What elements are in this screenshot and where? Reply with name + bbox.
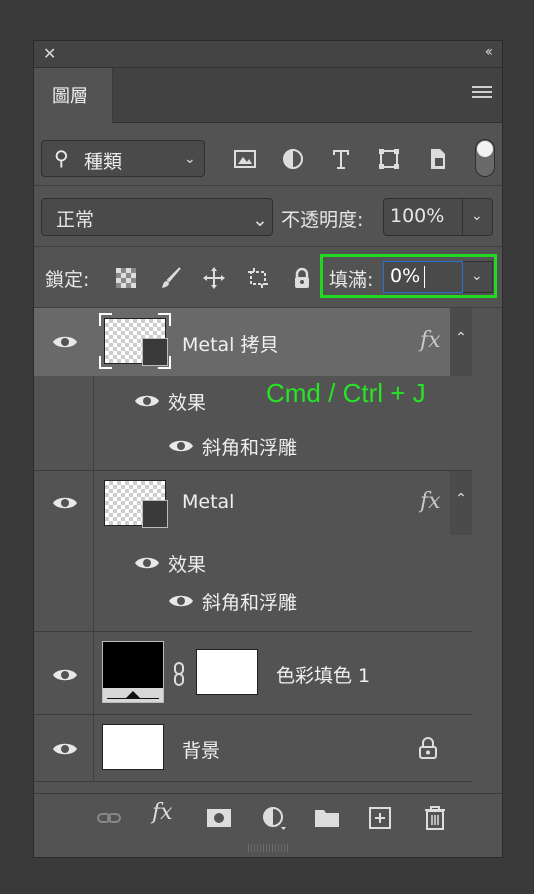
brush-icon[interactable] <box>159 266 183 290</box>
smart-object-filter-icon[interactable] <box>425 147 449 171</box>
resize-grip[interactable] <box>248 844 288 852</box>
eye-icon[interactable] <box>52 741 78 757</box>
new-adjustment-icon[interactable] <box>261 805 287 831</box>
chevron-down-icon: ⌄ <box>471 208 483 224</box>
effect-row: 斜角和浮雕 <box>94 424 472 470</box>
link-icon[interactable] <box>172 662 186 686</box>
fill-input[interactable]: 0% <box>383 261 463 293</box>
effects-label: 效果 <box>168 392 207 414</box>
lock-all-icon[interactable] <box>290 266 314 290</box>
panel-menu-icon[interactable] <box>472 86 492 101</box>
effect-name: 斜角和浮雕 <box>202 437 298 459</box>
fx-icon[interactable]: fx <box>420 489 441 514</box>
fx-icon[interactable]: fx <box>420 328 441 353</box>
opacity-input[interactable]: 100% <box>383 198 463 236</box>
eye-icon[interactable] <box>168 593 194 609</box>
layer-row[interactable]: 背景 <box>34 715 472 781</box>
chevron-up-icon: ⌃ <box>455 330 467 346</box>
search-icon: ⚲ <box>54 146 69 170</box>
move-icon[interactable] <box>202 266 226 290</box>
eye-icon[interactable] <box>52 495 78 511</box>
eye-icon[interactable] <box>134 555 160 571</box>
tab-layers[interactable]: 圖層 <box>34 68 113 123</box>
layers-footer: fx <box>34 793 502 842</box>
text-caret <box>424 266 425 288</box>
delete-layer-icon[interactable] <box>422 805 448 831</box>
layer-row[interactable]: 色彩填色 1 <box>34 632 472 714</box>
collapse-icon[interactable]: ‹‹ <box>485 44 493 60</box>
chevron-down-icon: ⌄ <box>471 268 483 284</box>
pixel-filter-icon[interactable] <box>233 147 257 171</box>
layer-row[interactable]: Metal fx ⌃ <box>34 471 472 539</box>
layers-panel: ✕ ‹‹ 圖層 ⚲ 種類 ⌄ 正常 ⌄ 不透明度: 100% ⌄ 鎖定: 填滿:… <box>33 40 503 858</box>
eye-icon[interactable] <box>52 334 78 350</box>
artboard-icon[interactable] <box>246 266 270 290</box>
layer-name: 色彩填色 1 <box>276 665 371 687</box>
tab-bar: 圖層 <box>34 68 502 123</box>
blend-mode-value: 正常 <box>56 209 95 231</box>
layer-name: Metal 拷貝 <box>182 334 279 356</box>
opacity-label: 不透明度: <box>281 209 364 231</box>
effect-name: 斜角和浮雕 <box>202 592 298 614</box>
filter-kind-select[interactable]: ⚲ 種類 ⌄ <box>41 140 205 177</box>
chevron-down-icon: ⌄ <box>184 151 196 167</box>
layer-mask-thumbnail[interactable] <box>196 649 258 695</box>
shape-filter-icon[interactable] <box>377 147 401 171</box>
fill-color-thumbnail[interactable] <box>102 641 164 703</box>
effects-label: 效果 <box>168 554 207 576</box>
fill-highlight-box: 填滿: 0% ⌄ <box>320 254 497 298</box>
lock-label: 鎖定: <box>45 269 90 291</box>
layer-name: Metal <box>182 491 235 513</box>
link-layers-icon[interactable] <box>96 805 122 831</box>
type-filter-icon[interactable] <box>329 147 353 171</box>
add-style-icon[interactable]: fx <box>152 800 178 826</box>
fill-dropdown[interactable]: ⌄ <box>463 261 493 293</box>
chevron-up-icon: ⌃ <box>455 491 467 507</box>
filter-toggle[interactable] <box>475 139 495 177</box>
layer-thumbnail <box>102 724 164 770</box>
filter-kind-label: 種類 <box>84 151 123 173</box>
smart-object-icon <box>142 500 168 528</box>
lock-row: 鎖定: 填滿: 0% ⌄ <box>34 247 502 308</box>
tab-layers-label: 圖層 <box>52 86 88 107</box>
eye-icon[interactable] <box>52 667 78 683</box>
filter-row: ⚲ 種類 ⌄ <box>34 123 502 186</box>
layer-name: 背景 <box>182 740 221 762</box>
effect-row: 斜角和浮雕 <box>94 588 472 632</box>
effects-collapse-button[interactable]: ⌃ <box>450 308 472 376</box>
opacity-value: 100% <box>390 205 445 227</box>
new-group-icon[interactable] <box>314 805 340 831</box>
fill-value: 0% <box>390 265 421 287</box>
selection-corners-icon <box>99 313 171 369</box>
shortcut-annotation: Cmd / Ctrl + J <box>266 378 426 408</box>
layer-row[interactable]: Metal 拷貝 fx ⌃ <box>34 308 472 376</box>
eye-icon[interactable] <box>168 438 194 454</box>
layer-thumbnail <box>104 480 168 528</box>
effects-collapse-button[interactable]: ⌃ <box>450 471 472 535</box>
opacity-dropdown[interactable]: ⌄ <box>463 198 493 236</box>
add-mask-icon[interactable] <box>206 805 232 831</box>
lock-icon <box>419 737 437 759</box>
close-icon[interactable]: ✕ <box>43 44 56 63</box>
lock-transparent-pixels-icon[interactable] <box>114 266 138 290</box>
blend-row: 正常 ⌄ 不透明度: 100% ⌄ <box>34 186 502 247</box>
panel-titlebar: ✕ ‹‹ <box>34 41 502 68</box>
eye-icon[interactable] <box>134 393 160 409</box>
adjustment-filter-icon[interactable] <box>281 147 305 171</box>
chevron-down-icon: ⌄ <box>252 209 268 231</box>
fill-label: 填滿: <box>329 269 374 291</box>
new-layer-icon[interactable] <box>367 805 393 831</box>
blend-mode-select[interactable]: 正常 ⌄ <box>41 198 273 236</box>
